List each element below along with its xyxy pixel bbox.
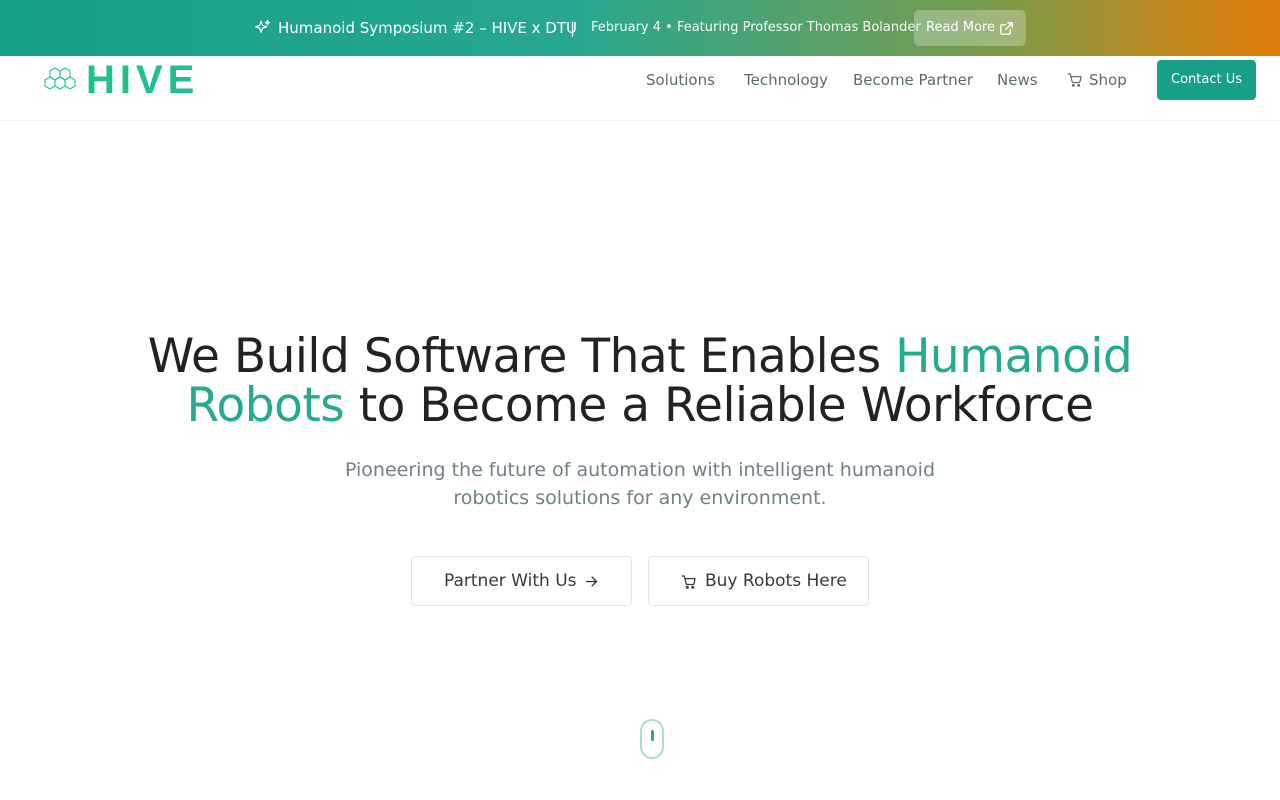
read-more-label: Read More: [926, 20, 996, 35]
cart-icon: [681, 575, 696, 589]
cart-icon: [1067, 73, 1082, 87]
nav-news[interactable]: News: [997, 70, 1038, 90]
nav-become-partner[interactable]: Become Partner: [853, 70, 973, 90]
contact-us-button[interactable]: Contact Us: [1157, 60, 1256, 100]
partner-with-us-button[interactable]: Partner With Us: [411, 556, 632, 606]
banner-separator: |: [570, 19, 576, 37]
read-more-button[interactable]: Read More: [914, 10, 1026, 46]
nav-shop[interactable]: Shop: [1089, 70, 1127, 90]
hero-subtitle: Pioneering the future of automation with…: [344, 459, 936, 509]
arrow-right-icon: [585, 576, 598, 587]
banner-title: Humanoid Symposium #2 – HIVE x DTU: [278, 19, 578, 37]
nav-solutions[interactable]: Solutions: [646, 70, 715, 90]
scroll-down-indicator[interactable]: [640, 719, 664, 759]
sparkle-icon: [254, 19, 271, 34]
banner-subtitle: February 4 • Featuring Professor Thomas …: [591, 20, 921, 35]
nav-technology[interactable]: Technology: [744, 70, 828, 90]
partner-button-label: Partner With Us: [444, 571, 577, 591]
buy-robots-button[interactable]: Buy Robots Here: [648, 556, 869, 606]
hero-title: We Build Software That Enables Humanoid …: [140, 332, 1140, 430]
hero-title-part2: to Become a Reliable Workforce: [344, 378, 1094, 433]
buy-button-label: Buy Robots Here: [705, 571, 847, 591]
hero-title-part1: We Build Software That Enables: [147, 329, 896, 384]
hive-logo-icon[interactable]: [38, 62, 80, 96]
scroll-wheel-icon: [651, 730, 654, 741]
site-header: HIVE Solutions Technology Become Partner…: [0, 56, 1280, 121]
announcement-banner: Humanoid Symposium #2 – HIVE x DTU | Feb…: [0, 0, 1280, 56]
logo-wordmark[interactable]: HIVE: [86, 56, 199, 104]
external-link-icon: [1000, 22, 1013, 35]
